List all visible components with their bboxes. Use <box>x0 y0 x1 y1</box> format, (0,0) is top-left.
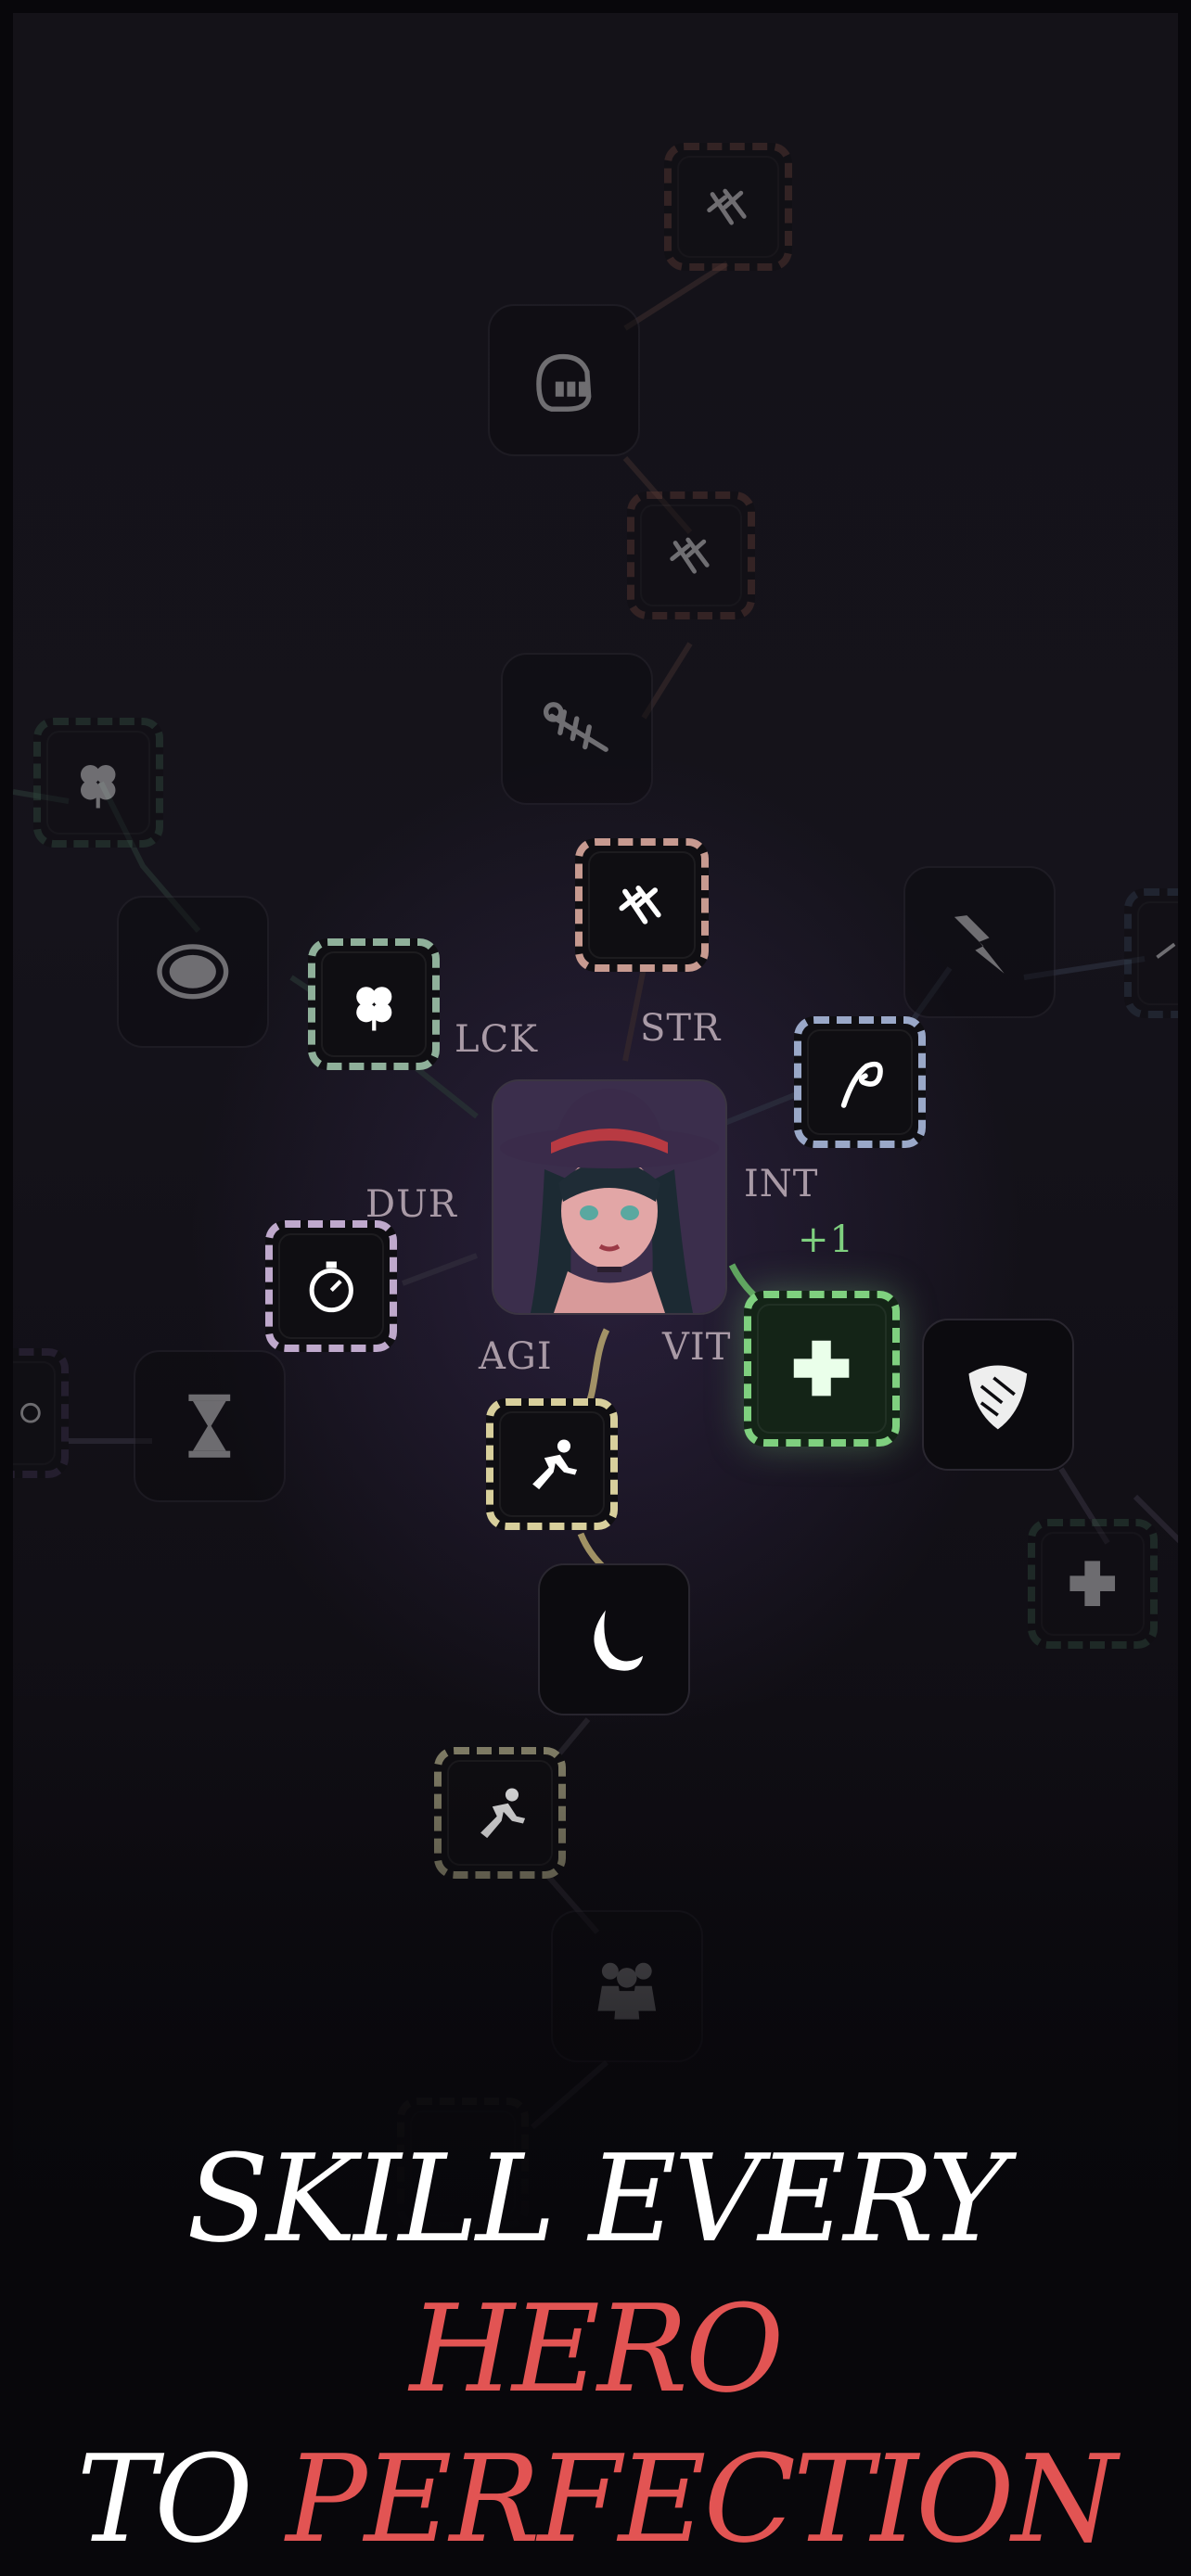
lightning-icon <box>1156 943 1176 960</box>
stopwatch-icon <box>20 1403 42 1423</box>
clover-icon <box>81 765 116 809</box>
skill-node-edge-right[interactable] <box>1124 888 1178 1018</box>
promo-tagline: SKILL EVERY HERO TO PERFECTION <box>0 2123 1191 2574</box>
skill-node-edge-left[interactable] <box>13 1348 69 1478</box>
fishbone-icon <box>544 702 609 753</box>
skill-node-sprint-1[interactable] <box>486 1398 618 1530</box>
skill-node-heal-selected[interactable] <box>744 1291 900 1447</box>
skill-node-clover-unlocked[interactable] <box>308 938 440 1070</box>
skill-node-hourglass[interactable] <box>134 1350 286 1502</box>
skill-node-swirl[interactable] <box>794 1016 926 1148</box>
tagline-text: TO <box>76 2429 253 2570</box>
tagline-accent: HERO <box>409 2278 785 2419</box>
skill-node-coin[interactable] <box>117 896 269 1048</box>
tagline-line-1: SKILL EVERY HERO <box>0 2123 1191 2424</box>
skill-node-crowd[interactable] <box>551 1910 703 2062</box>
skill-node-claw-1[interactable] <box>664 143 792 271</box>
skill-node-crescent[interactable] <box>538 1563 690 1715</box>
coin-icon <box>157 944 229 1000</box>
fist-icon <box>536 354 592 413</box>
skill-node-fist[interactable] <box>488 304 640 456</box>
crowd-icon <box>597 1962 657 2020</box>
tagline-accent: PERFECTION <box>286 2429 1117 2570</box>
skill-node-clover-1[interactable] <box>33 718 163 848</box>
stat-label-agi: AGI <box>479 1335 553 1378</box>
heal-cross-icon <box>794 1341 850 1396</box>
witch-hero-portrait <box>493 1081 725 1313</box>
sprint-icon <box>531 1439 577 1489</box>
claw-marks-icon <box>619 886 661 925</box>
skill-node-lightning[interactable] <box>903 866 1056 1018</box>
stat-label-dur: DUR <box>365 1183 457 1226</box>
lightning-icon <box>954 915 1005 975</box>
stopwatch-icon <box>309 1261 353 1312</box>
skill-node-fishbone[interactable] <box>501 653 653 805</box>
stat-label-int: INT <box>744 1163 819 1205</box>
tagline-line-2: TO PERFECTION <box>0 2424 1191 2574</box>
sprint-icon <box>480 1788 525 1838</box>
claw-marks-icon <box>707 188 747 225</box>
claw-marks-icon <box>670 537 710 574</box>
stat-bonus-indicator: +1 <box>798 1218 854 1261</box>
skill-node-claw-2[interactable] <box>627 491 755 619</box>
shield-icon <box>968 1365 1028 1430</box>
stat-label-str: STR <box>640 1007 722 1050</box>
skill-node-sprint-2[interactable] <box>434 1747 566 1879</box>
stat-label-vit: VIT <box>662 1326 732 1369</box>
skill-tree-panel: LCK STR INT DUR AGI VIT +1 <box>13 13 1178 2238</box>
hourglass-icon <box>188 1394 231 1459</box>
skill-node-heal-locked[interactable] <box>1028 1519 1158 1649</box>
skill-node-shield[interactable] <box>922 1319 1074 1471</box>
hero-portrait[interactable] <box>492 1079 727 1315</box>
stat-label-lck: LCK <box>455 1018 539 1061</box>
crescent-slash-icon <box>594 1610 644 1671</box>
skill-node-claw-unlocked[interactable] <box>575 838 709 972</box>
clover-icon <box>355 986 392 1031</box>
heal-cross-icon <box>1069 1561 1116 1607</box>
tagline-text: SKILL EVERY <box>186 2128 1007 2269</box>
swirl-icon <box>840 1061 883 1108</box>
skill-node-stopwatch[interactable] <box>265 1220 397 1352</box>
